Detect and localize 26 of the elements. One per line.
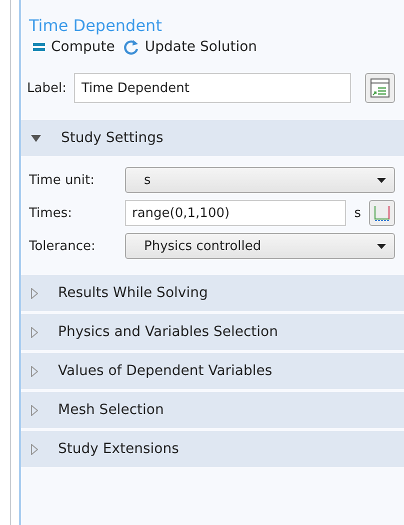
section-header[interactable]: Mesh Selection [21,392,404,428]
dropdown[interactable]: Physics controlled [125,233,395,259]
field-label: Time unit: [29,172,96,188]
panel-title: Time Dependent [28,15,163,35]
form-icon [370,78,390,98]
dropdown-arrow-icon [377,244,386,248]
section-header[interactable]: Results While Solving [21,275,404,311]
section-header[interactable]: Study Settings [21,120,404,156]
input-field[interactable]: Time Dependent [74,73,351,103]
section-header[interactable]: Study Extensions [21,431,404,467]
unit-label: s [354,206,361,220]
field-label: Label: [27,80,66,96]
equals-icon [33,43,45,51]
range-button[interactable] [369,200,395,226]
refresh-icon [122,39,139,55]
section-header[interactable]: Physics and Variables Selection [21,314,404,350]
field-label: Times: [29,206,73,220]
range-icon [374,205,390,221]
field-label: Tolerance: [29,238,96,254]
input-field[interactable]: range(0,1,100) [125,200,346,226]
compute-button[interactable]: Compute [33,39,115,55]
dropdown-arrow-icon [377,178,386,182]
section-header[interactable]: Values of Dependent Variables [21,353,404,389]
update-button[interactable]: Update Solution [122,39,258,55]
label-button[interactable] [365,73,395,103]
dropdown[interactable]: s [125,167,395,193]
